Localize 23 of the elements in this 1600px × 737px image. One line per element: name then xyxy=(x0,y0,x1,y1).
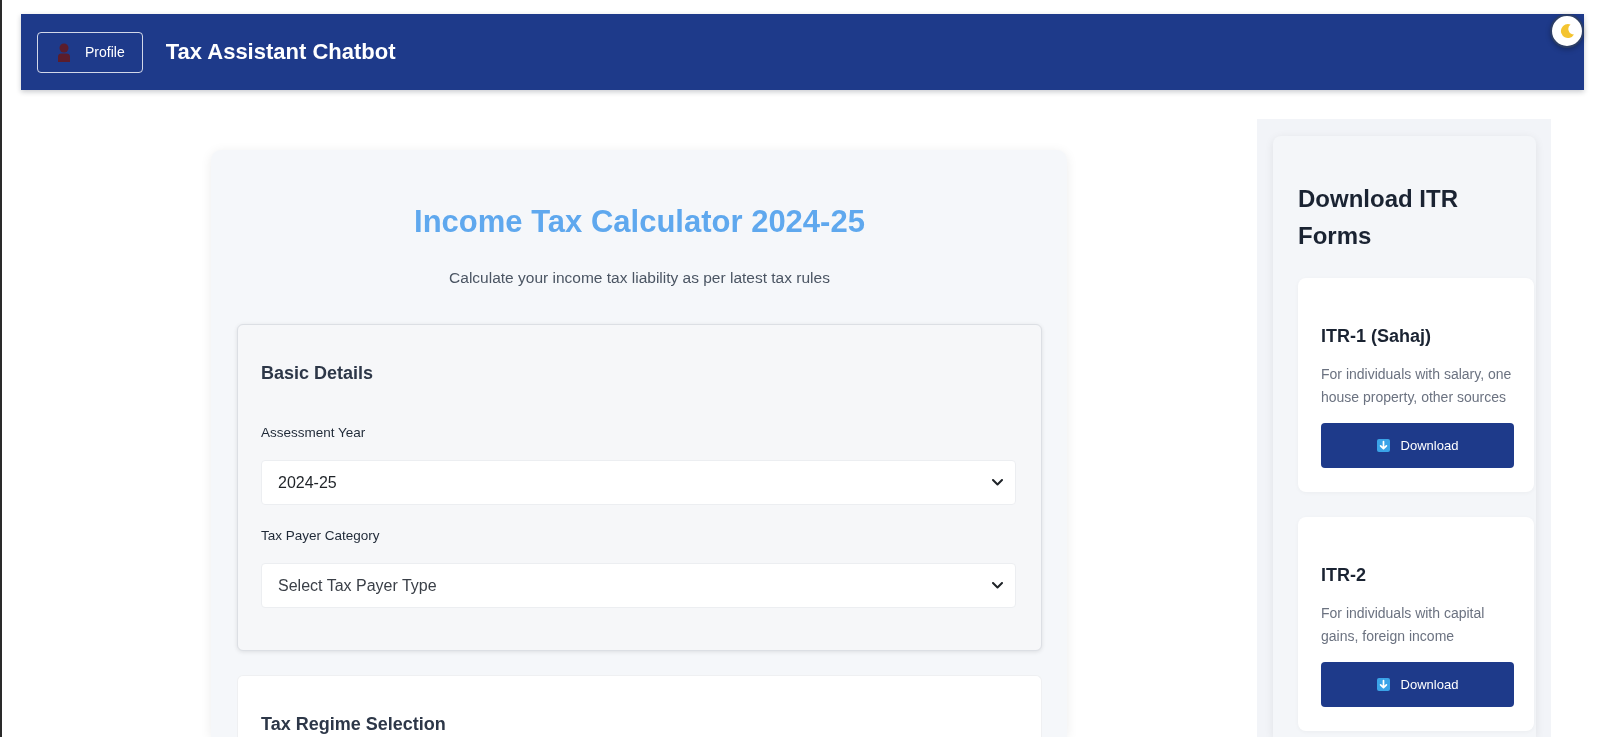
field-label: Tax Payer Category xyxy=(261,527,380,545)
section-heading: Basic Details xyxy=(261,362,374,385)
dropdown[interactable]: 2024-25 xyxy=(261,460,1016,505)
profile-button[interactable]: Profile xyxy=(37,31,143,73)
download-icon xyxy=(1376,439,1390,452)
form-name: ITR-1 (Sahaj) xyxy=(1321,325,1431,348)
field-label: Assessment Year xyxy=(261,424,366,442)
moon-icon xyxy=(1559,23,1575,39)
download-icon xyxy=(1376,678,1390,691)
chevron-down-icon xyxy=(992,479,1003,486)
form-name: ITR-2 xyxy=(1321,564,1366,587)
form-description: For individuals with capital gains, foreign income xyxy=(1321,604,1486,646)
form-description: For individuals with salary, one house property, other sources xyxy=(1321,365,1513,407)
download-button[interactable]: Download xyxy=(1321,662,1514,707)
calculator-subtitle: Calculate your income tax liability as per latest tax rules xyxy=(449,268,830,288)
chevron-down-icon xyxy=(992,582,1003,589)
app-title: Tax Assistant Chatbot xyxy=(165,38,396,66)
person-icon xyxy=(58,42,70,62)
calculator-title: Income Tax Calculator 2024-25 xyxy=(414,204,865,240)
sidebar-heading: Download ITR Forms xyxy=(1298,184,1459,251)
download-button[interactable]: Download xyxy=(1321,423,1514,468)
dropdown[interactable]: Select Tax Payer Type xyxy=(261,563,1016,608)
section-heading: Tax Regime Selection xyxy=(261,713,446,736)
